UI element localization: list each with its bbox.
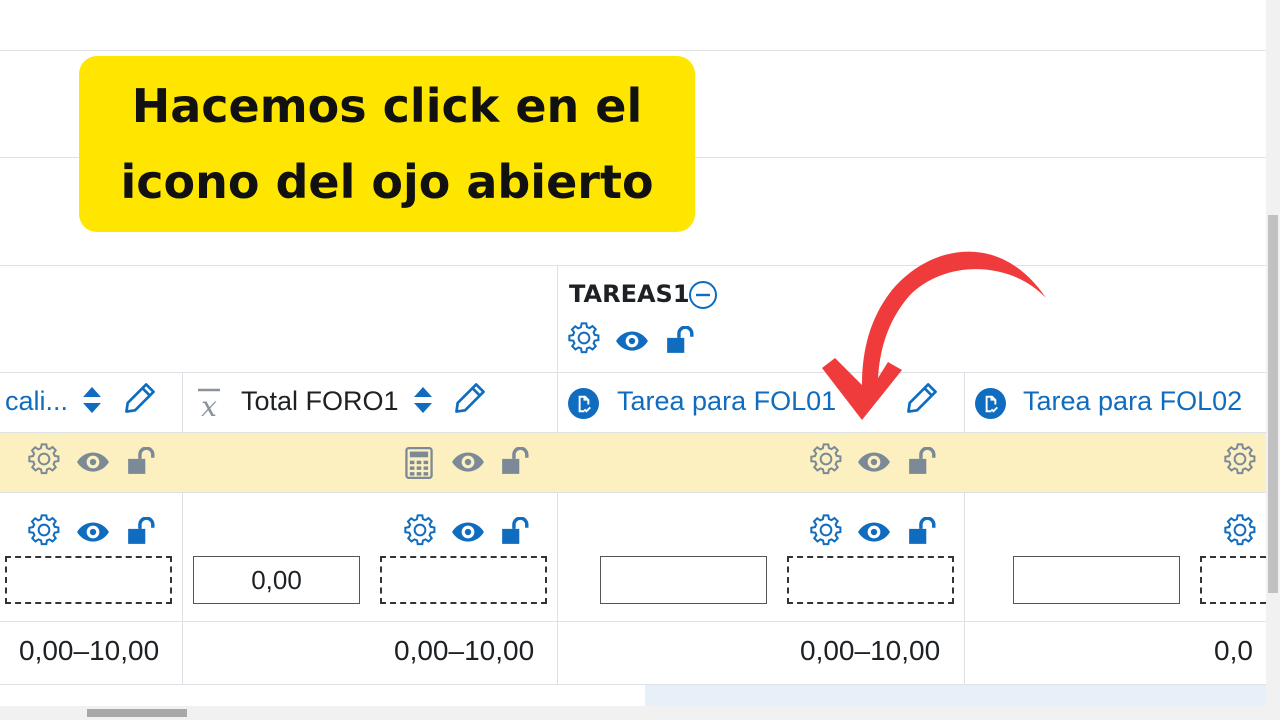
svg-text:x: x bbox=[201, 390, 217, 420]
pencil-icon[interactable] bbox=[124, 382, 156, 414]
cog-icon[interactable] bbox=[404, 514, 436, 546]
range-col4: 0,0 bbox=[1214, 635, 1253, 666]
sort-icon[interactable] bbox=[413, 386, 433, 414]
eye-icon[interactable] bbox=[76, 521, 110, 543]
cog-icon[interactable] bbox=[28, 443, 60, 475]
grade-input-col4[interactable] bbox=[1013, 556, 1180, 604]
cog-icon[interactable] bbox=[1224, 443, 1256, 475]
divider bbox=[0, 621, 1266, 622]
unlock-icon[interactable] bbox=[500, 517, 530, 545]
pencil-icon[interactable] bbox=[454, 382, 486, 414]
grade-input-col3[interactable] bbox=[600, 556, 767, 604]
category-title: TAREAS1 bbox=[569, 280, 690, 308]
column-header-col4[interactable]: Tarea para FOL02 bbox=[1023, 386, 1242, 417]
range-col3: 0,00–10,00 bbox=[800, 635, 941, 666]
scrollbar-thumb[interactable] bbox=[87, 709, 187, 717]
callout-line-1: Hacemos click en el bbox=[131, 79, 643, 133]
horizontal-scrollbar[interactable] bbox=[0, 706, 1266, 720]
override-input-col4[interactable] bbox=[1200, 556, 1266, 604]
eye-icon[interactable] bbox=[857, 521, 891, 543]
mean-icon: x bbox=[198, 388, 220, 420]
grade-input-col1[interactable] bbox=[5, 556, 172, 604]
eye-icon[interactable] bbox=[615, 330, 649, 352]
scrollbar-thumb[interactable] bbox=[1268, 215, 1278, 593]
unlock-icon[interactable] bbox=[907, 517, 937, 545]
unlock-icon[interactable] bbox=[665, 326, 695, 354]
eye-icon[interactable] bbox=[451, 521, 485, 543]
cog-icon[interactable] bbox=[568, 322, 600, 354]
cog-icon[interactable] bbox=[1224, 514, 1256, 546]
cog-icon[interactable] bbox=[810, 443, 842, 475]
cog-icon[interactable] bbox=[28, 514, 60, 546]
range-col1: 0,00–10,00 bbox=[19, 635, 160, 666]
vertical-scrollbar[interactable] bbox=[1266, 0, 1280, 720]
unlock-icon[interactable] bbox=[907, 447, 937, 475]
column-header-col1[interactable]: cali... bbox=[5, 386, 68, 417]
divider bbox=[0, 50, 1266, 51]
divider bbox=[182, 372, 183, 685]
cog-icon[interactable] bbox=[810, 514, 842, 546]
divider bbox=[0, 372, 1266, 373]
override-input-col2[interactable] bbox=[380, 556, 547, 604]
footer-band bbox=[645, 685, 1266, 706]
callout-line-2: icono del ojo abierto bbox=[120, 155, 654, 209]
highlight-row bbox=[0, 432, 1266, 493]
assign-icon bbox=[568, 388, 599, 419]
eye-icon[interactable] bbox=[857, 451, 891, 473]
override-input-col3[interactable] bbox=[787, 556, 954, 604]
collapse-icon[interactable] bbox=[688, 280, 718, 310]
calculator-icon[interactable] bbox=[404, 447, 434, 479]
eye-icon[interactable] bbox=[76, 451, 110, 473]
column-header-col2: Total FORO1 bbox=[241, 386, 399, 416]
unlock-icon[interactable] bbox=[126, 447, 156, 475]
unlock-icon[interactable] bbox=[126, 517, 156, 545]
divider bbox=[0, 265, 1266, 266]
divider bbox=[964, 372, 965, 685]
assign-icon bbox=[975, 388, 1006, 419]
grade-input-total-foro1[interactable]: 0,00 bbox=[193, 556, 360, 604]
column-header-col3[interactable]: Tarea para FOL01 bbox=[617, 386, 836, 417]
range-col2: 0,00–10,00 bbox=[394, 635, 535, 666]
pencil-icon[interactable] bbox=[906, 382, 938, 414]
sort-icon[interactable] bbox=[82, 386, 102, 414]
instruction-callout: Hacemos click en el icono del ojo abiert… bbox=[79, 56, 695, 232]
unlock-icon[interactable] bbox=[500, 447, 530, 475]
eye-icon[interactable] bbox=[451, 451, 485, 473]
